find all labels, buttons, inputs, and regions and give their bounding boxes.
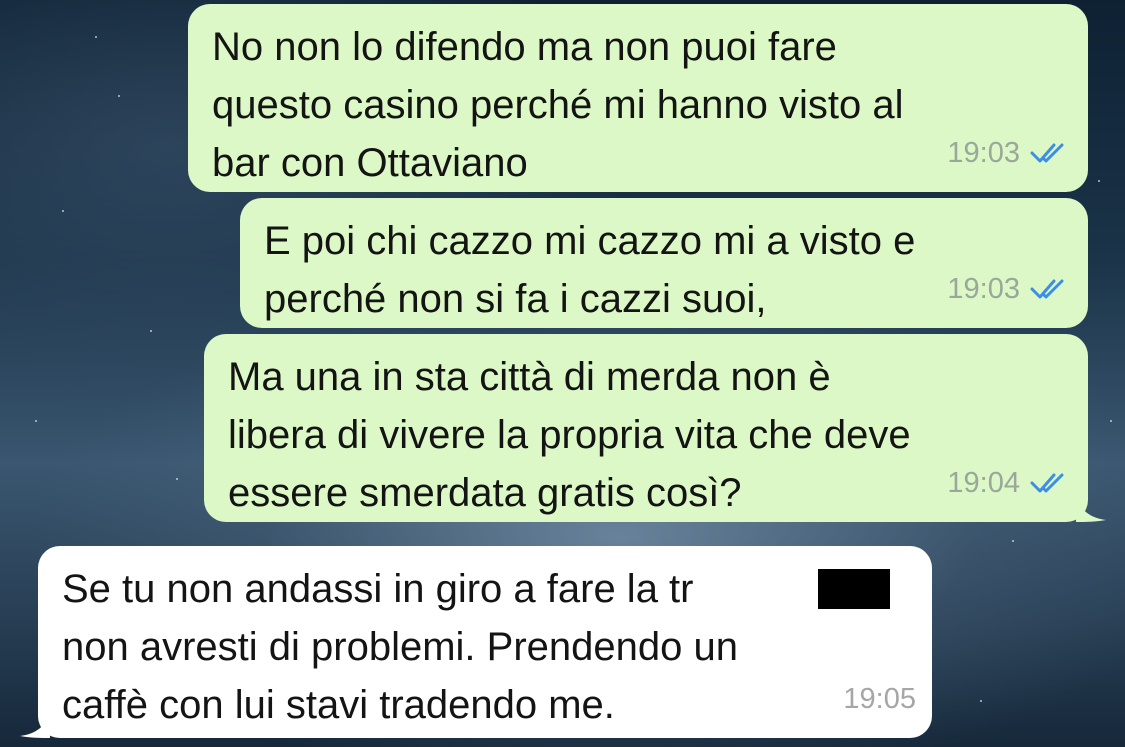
bubble-tail (1076, 496, 1106, 522)
message-bubble-outgoing[interactable]: Ma una in sta città di merda non è liber… (204, 334, 1106, 522)
double-check-icon (1030, 471, 1072, 495)
message-text: Ma una in sta città di merda non è liber… (228, 355, 911, 515)
message-time: 19:03 (947, 137, 1020, 169)
wallpaper-star (176, 478, 178, 480)
message-meta: 19:04 (947, 454, 1072, 512)
wallpaper-star (1110, 420, 1112, 422)
redaction-box (818, 569, 890, 609)
wallpaper-star (118, 95, 120, 97)
message-meta: 19:03 (947, 260, 1072, 318)
message-meta: 19:05 (843, 670, 916, 728)
double-check-icon (1030, 141, 1072, 165)
message-text: Se tu non andassi in giro a fare la tr n… (62, 567, 738, 727)
message-text: No non lo difendo ma non puoi fare quest… (212, 25, 904, 185)
wallpaper-star (35, 420, 37, 422)
wallpaper-star (1012, 540, 1014, 542)
wallpaper-star (1098, 180, 1100, 182)
bubble-tail (20, 712, 50, 738)
message-bubble-outgoing[interactable]: E poi chi cazzo mi cazzo mi a visto e pe… (240, 198, 1088, 328)
message-bubble-outgoing[interactable]: No non lo difendo ma non puoi fare quest… (188, 4, 1088, 192)
message-meta: 19:03 (947, 124, 1072, 182)
message-time: 19:05 (843, 683, 916, 715)
message-time: 19:04 (947, 467, 1020, 499)
message-time: 19:03 (947, 273, 1020, 305)
wallpaper-star (62, 210, 64, 212)
wallpaper-star (95, 36, 97, 38)
wallpaper-star (150, 330, 152, 332)
message-bubble-incoming[interactable]: Se tu non andassi in giro a fare la tr n… (20, 546, 932, 738)
double-check-icon (1030, 277, 1072, 301)
wallpaper-star (980, 700, 982, 702)
chat-view[interactable]: No non lo difendo ma non puoi fare quest… (0, 0, 1125, 747)
